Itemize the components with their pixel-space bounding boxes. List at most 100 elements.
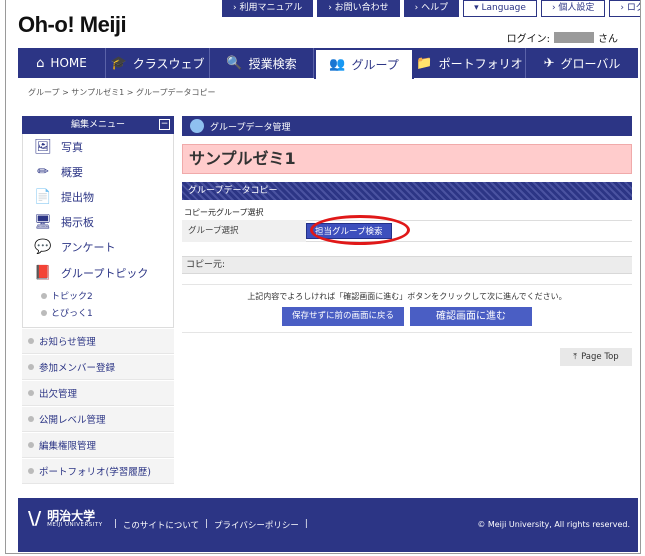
topic-icon: 📕	[34, 265, 52, 281]
app-frame: Oh-o! Meiji › 利用マニュアル › お問い合わせ › ヘルプ ▾ L…	[5, 0, 641, 554]
sidebar-item-label: 提出物	[61, 190, 94, 204]
language-select[interactable]: ▾ Language	[463, 0, 537, 17]
panel-title: グループデータ管理	[210, 122, 291, 133]
sidebar-item-label: 概要	[61, 165, 83, 179]
page-top-button[interactable]: ⤒ Page Top	[560, 348, 632, 366]
airplane-icon: ✈	[543, 55, 555, 71]
highlight-circle	[310, 215, 410, 245]
login-status: ログイン: さん	[507, 30, 618, 45]
sidebar-link-members[interactable]: 参加メンバー登録	[22, 354, 174, 380]
home-icon: ⌂	[36, 55, 45, 71]
sidebar-link-notices[interactable]: お知らせ管理	[22, 328, 174, 354]
nav-course-search[interactable]: 🔍 授業検索	[210, 48, 314, 78]
folder-icon: 📁	[416, 55, 433, 71]
monitor-icon: 🖥	[34, 213, 52, 230]
manual-link[interactable]: › 利用マニュアル	[222, 0, 314, 17]
nav-group[interactable]: 👥 グループ	[314, 48, 414, 79]
sidebar-item-label: 掲示板	[61, 215, 94, 229]
back-button[interactable]: 保存せずに前の画面に戻る	[281, 307, 404, 326]
sidebar-header: 編集メニュー −	[22, 116, 174, 134]
source-group-label: コピー元グループ選択	[184, 208, 264, 217]
university-logo[interactable]: \/ 明治大学 MEIJI UNIVERSITY	[28, 508, 103, 529]
link-label: 出欠管理	[39, 389, 78, 400]
copyright: © Meiji University, All rights reserved.	[477, 520, 630, 529]
global-nav: ⌂ HOME 🎓 クラスウェブ 🔍 授業検索 👥 グループ 📁 ポートフォリオ …	[18, 48, 638, 79]
breadcrumb[interactable]: グループ > サンプルゼミ1 > グループデータコピー	[28, 87, 215, 98]
search-icon: 🔍	[226, 55, 243, 71]
sidebar-item-survey[interactable]: 💬 アンケート	[23, 234, 173, 259]
bullet-icon	[28, 338, 34, 344]
utility-nav: › 利用マニュアル › お問い合わせ › ヘルプ ▾ Language › 個人…	[222, 0, 640, 17]
sidebar-item-label: アンケート	[61, 240, 116, 254]
pencil-icon: ✏	[37, 163, 49, 180]
sidebar-menu: 🖼 写真 ✏ 概要 📄 提出物 🖥 掲示板 💬 アンケート 📕 グループトピック…	[22, 134, 174, 328]
copy-to-label: コピー元:	[182, 256, 632, 274]
section-title: グループデータコピー	[182, 182, 632, 200]
group-name: サンプルゼミ1	[182, 144, 632, 174]
meiji-emblem-icon: \/	[28, 508, 42, 529]
separator: |	[114, 519, 117, 529]
bullet-icon	[28, 364, 34, 370]
group-icon: 👥	[329, 57, 346, 72]
sidebar-item-board[interactable]: 🖥 掲示板	[23, 209, 173, 234]
contact-link[interactable]: › お問い合わせ	[317, 0, 400, 17]
sidebar-link-permissions[interactable]: 編集権限管理	[22, 432, 174, 458]
topic-label: トピック2	[51, 292, 93, 302]
topic-item[interactable]: とぴっく1	[23, 304, 173, 321]
bullet-icon	[28, 416, 34, 422]
login-suffix: さん	[598, 34, 618, 45]
bullet-icon	[41, 309, 47, 316]
arrow-up-icon: ⤒	[573, 352, 578, 362]
bullet-icon	[28, 468, 34, 474]
nav-portfolio[interactable]: 📁 ポートフォリオ	[414, 48, 526, 78]
about-link[interactable]: このサイトについて	[123, 519, 199, 531]
nav-home[interactable]: ⌂ HOME	[18, 48, 106, 78]
main-content: グループデータ管理 サンプルゼミ1 グループデータコピー コピー元グループ選択 …	[182, 116, 632, 333]
logo-en: MEIJI UNIVERSITY	[47, 521, 103, 528]
bullet-icon	[41, 292, 47, 299]
topic-item[interactable]: トピック2	[23, 287, 173, 304]
nav-global[interactable]: ✈ グローバル	[526, 48, 638, 78]
sidebar-item-photo[interactable]: 🖼 写真	[23, 134, 173, 159]
link-label: ポートフォリオ(学習履歴)	[39, 467, 151, 478]
nav-classweb[interactable]: 🎓 クラスウェブ	[106, 48, 210, 78]
sidebar-link-portfolio[interactable]: ポートフォリオ(学習履歴)	[22, 458, 174, 484]
document-icon: 📄	[34, 188, 52, 205]
logo-text: 明治大学 MEIJI UNIVERSITY	[47, 510, 103, 528]
user-icon	[190, 119, 204, 133]
link-label: お知らせ管理	[39, 337, 96, 348]
edit-sidebar: 編集メニュー − 🖼 写真 ✏ 概要 📄 提出物 🖥 掲示板 💬 アンケート 📕…	[22, 116, 174, 484]
nav-label: ポートフォリオ	[438, 56, 523, 71]
help-link[interactable]: › ヘルプ	[403, 0, 460, 17]
collapse-icon[interactable]: −	[159, 119, 170, 130]
action-buttons: 保存せずに前の画面に戻る 確認画面に進む	[182, 307, 632, 326]
sidebar-item-overview[interactable]: ✏ 概要	[23, 159, 173, 184]
nav-label: グループ	[351, 58, 399, 72]
nav-label: 授業検索	[248, 56, 297, 71]
privacy-link[interactable]: プライバシーポリシー	[214, 519, 299, 531]
sidebar-item-group-topic[interactable]: 📕 グループトピック	[23, 259, 173, 287]
graduation-cap-icon: 🎓	[110, 55, 127, 71]
site-logo[interactable]: Oh-o! Meiji	[18, 12, 127, 38]
sidebar-item-submissions[interactable]: 📄 提出物	[23, 184, 173, 209]
notice-message: 上記内容でよろしければ「確認画面に進む」ボタンをクリックして次に進んでください。	[247, 292, 567, 301]
masked-username	[554, 32, 594, 43]
logo-jp: 明治大学	[47, 508, 96, 523]
footer: \/ 明治大学 MEIJI UNIVERSITY | このサイトについて | プ…	[18, 498, 638, 552]
link-label: 参加メンバー登録	[39, 363, 116, 374]
login-prefix: ログイン:	[506, 34, 550, 45]
separator: |	[205, 519, 208, 529]
topic-label: とぴっく1	[51, 309, 93, 319]
sidebar-item-label: 写真	[61, 140, 83, 154]
sidebar-title: 編集メニュー	[70, 120, 125, 130]
logout-link[interactable]: › ログアウト	[609, 0, 640, 17]
sidebar-link-attendance[interactable]: 出欠管理	[22, 380, 174, 406]
nav-label: グローバル	[560, 56, 621, 71]
confirm-button[interactable]: 確認画面に進む	[410, 307, 532, 326]
personal-settings-link[interactable]: › 個人設定	[540, 0, 606, 17]
sidebar-link-visibility[interactable]: 公開レベル管理	[22, 406, 174, 432]
nav-label: クラスウェブ	[132, 56, 205, 71]
nav-label: HOME	[50, 56, 87, 70]
group-select-label: グループ選択	[182, 220, 306, 242]
bullet-icon	[28, 442, 34, 448]
